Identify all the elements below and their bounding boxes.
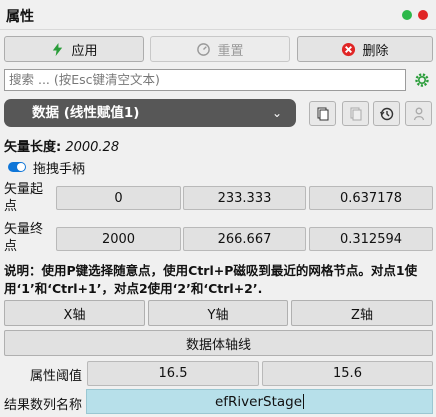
end-point-x-field[interactable]: 2000 bbox=[56, 227, 181, 251]
paste-button[interactable] bbox=[342, 101, 369, 126]
history-button[interactable] bbox=[373, 101, 400, 126]
reset-button-label: 重置 bbox=[217, 43, 244, 59]
apply-button[interactable]: 应用 bbox=[4, 36, 144, 62]
data-dropdown[interactable]: 数据 (线性赋值1) ⌄ bbox=[4, 99, 296, 127]
vector-length-label: 矢量长度: bbox=[4, 140, 62, 155]
maximize-icon[interactable] bbox=[402, 10, 412, 20]
drag-handle-toggle[interactable] bbox=[8, 162, 26, 172]
result-column-label: 结果数列名称 bbox=[4, 398, 83, 413]
threshold-max-field[interactable]: 15.6 bbox=[262, 361, 433, 386]
threshold-label: 属性阈值 bbox=[30, 369, 83, 384]
delete-button[interactable]: 删除 bbox=[297, 36, 433, 62]
history-icon bbox=[379, 107, 393, 120]
delete-button-label: 删除 bbox=[362, 43, 389, 59]
search-input[interactable]: 搜索 ... (按Esc键清空文本) bbox=[4, 69, 406, 91]
result-column-value: efRiverStage bbox=[214, 393, 303, 410]
instructions-text: 说明：使用P键选择随意点，使用Ctrl+P磁吸到最近的网格节点。对点1使用‘1’… bbox=[4, 263, 418, 296]
result-column-input[interactable]: efRiverStage bbox=[86, 389, 433, 414]
start-point-y-field[interactable]: 233.333 bbox=[183, 186, 306, 210]
lightning-icon bbox=[53, 42, 63, 56]
threshold-min-field[interactable]: 16.5 bbox=[87, 361, 259, 386]
vector-length-value: 2000.28 bbox=[65, 140, 120, 155]
z-axis-button[interactable]: Z轴 bbox=[291, 300, 433, 326]
close-icon[interactable] bbox=[418, 10, 428, 20]
gauge-icon bbox=[197, 42, 211, 56]
text-caret bbox=[303, 394, 305, 409]
start-point-label: 矢量起点 bbox=[4, 182, 44, 214]
y-axis-button[interactable]: Y轴 bbox=[148, 300, 288, 326]
end-point-y-field[interactable]: 266.667 bbox=[183, 227, 306, 251]
user-button[interactable] bbox=[405, 101, 432, 126]
end-point-label: 矢量终点 bbox=[4, 222, 44, 254]
dataset-axis-button[interactable]: 数据体轴线 bbox=[4, 330, 433, 356]
x-axis-button[interactable]: X轴 bbox=[4, 300, 145, 326]
vector-length-row: 矢量长度: 2000.28 bbox=[4, 136, 119, 155]
paste-icon bbox=[350, 107, 361, 120]
settings-button[interactable] bbox=[410, 68, 434, 92]
start-point-z-field[interactable]: 0.637178 bbox=[309, 186, 433, 210]
title-bar: 属性 bbox=[0, 0, 436, 30]
copy-button[interactable] bbox=[309, 101, 336, 126]
reset-button[interactable]: 重置 bbox=[150, 36, 290, 62]
copy-icon bbox=[317, 107, 328, 120]
window-title: 属性 bbox=[6, 9, 34, 25]
start-point-x-field[interactable]: 0 bbox=[56, 186, 181, 210]
gear-icon bbox=[415, 73, 429, 87]
chevron-down-icon: ⌄ bbox=[271, 106, 282, 120]
delete-icon bbox=[342, 42, 356, 56]
end-point-z-field[interactable]: 0.312594 bbox=[309, 227, 433, 251]
apply-button-label: 应用 bbox=[71, 43, 98, 59]
data-dropdown-value: 数据 (线性赋值1) bbox=[32, 105, 140, 121]
user-icon bbox=[413, 107, 424, 120]
drag-handle-label: 拖拽手柄 bbox=[33, 162, 86, 177]
